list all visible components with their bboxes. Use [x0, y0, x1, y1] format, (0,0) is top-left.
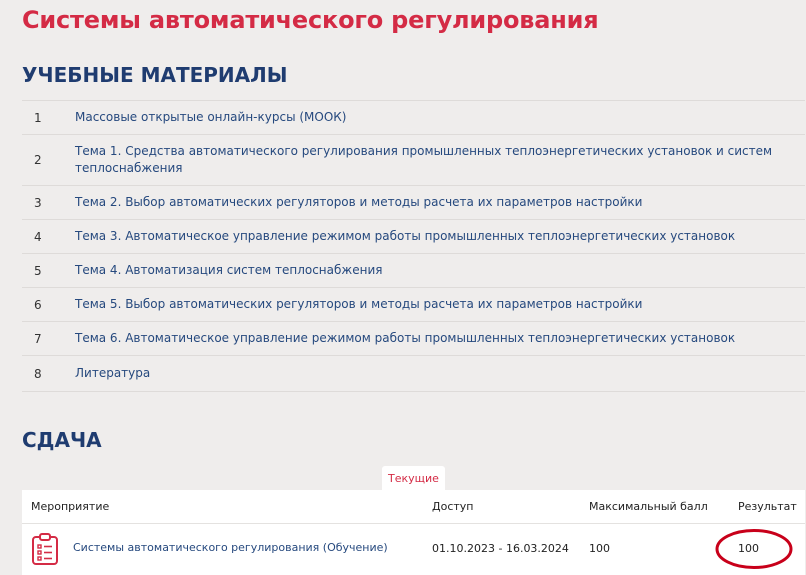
page: Системы автоматического регулирования УЧ… — [0, 0, 806, 575]
list-item[interactable]: 7 Тема 6. Автоматическое управление режи… — [22, 322, 805, 356]
course-title: Системы автоматического регулирования — [22, 6, 599, 34]
material-link[interactable]: Тема 1. Средства автоматического регулир… — [75, 143, 805, 177]
list-item[interactable]: 3 Тема 2. Выбор автоматических регулятор… — [22, 186, 805, 220]
column-header-access[interactable]: Доступ — [432, 500, 473, 513]
material-link[interactable]: Массовые открытые онлайн-курсы (МООК) — [75, 109, 805, 126]
red-circle-annotation — [715, 529, 793, 569]
material-link[interactable]: Тема 6. Автоматическое управление режимо… — [75, 330, 805, 347]
item-number: 5 — [34, 263, 42, 278]
material-link[interactable]: Тема 4. Автоматизация систем теплоснабже… — [75, 262, 805, 279]
item-number: 8 — [34, 366, 42, 381]
list-item[interactable]: 4 Тема 3. Автоматическое управление режи… — [22, 220, 805, 254]
tab-current[interactable]: Текущие — [382, 466, 445, 492]
item-number: 4 — [34, 229, 42, 244]
list-item[interactable]: 2 Тема 1. Средства автоматического регул… — [22, 135, 805, 186]
clipboard-checklist-icon — [32, 533, 58, 565]
max-score-value: 100 — [589, 542, 610, 555]
item-number: 6 — [34, 297, 42, 312]
material-link[interactable]: Тема 2. Выбор автоматических регуляторов… — [75, 194, 805, 211]
item-number: 3 — [34, 195, 42, 210]
list-item[interactable]: 5 Тема 4. Автоматизация систем теплоснаб… — [22, 254, 805, 288]
item-number: 2 — [34, 153, 42, 167]
column-header-max-score[interactable]: Максимальный балл — [589, 500, 708, 513]
table-header: Мероприятие Доступ Максимальный балл Рез… — [22, 490, 805, 524]
table-row[interactable]: Системы автоматического регулирования (О… — [22, 524, 805, 575]
event-link[interactable]: Системы автоматического регулирования (О… — [73, 541, 388, 554]
list-item[interactable]: 6 Тема 5. Выбор автоматических регулятор… — [22, 288, 805, 322]
column-header-event[interactable]: Мероприятие — [31, 500, 109, 513]
materials-heading: УЧЕБНЫЕ МАТЕРИАЛЫ — [22, 63, 288, 87]
column-header-result[interactable]: Результат — [738, 500, 797, 513]
material-link[interactable]: Тема 5. Выбор автоматических регуляторов… — [75, 296, 805, 313]
list-item[interactable]: 8 Литература — [22, 356, 805, 392]
material-link[interactable]: Литература — [75, 365, 805, 382]
list-item[interactable]: 1 Массовые открытые онлайн-курсы (МООК) — [22, 101, 805, 135]
item-number: 7 — [34, 331, 42, 346]
submission-table: Мероприятие Доступ Максимальный балл Рез… — [22, 490, 805, 575]
item-number: 1 — [34, 110, 42, 125]
submission-heading: СДАЧА — [22, 428, 102, 452]
material-link[interactable]: Тема 3. Автоматическое управление режимо… — [75, 228, 805, 245]
access-period: 01.10.2023 - 16.03.2024 — [432, 542, 569, 555]
materials-list: 1 Массовые открытые онлайн-курсы (МООК) … — [22, 100, 805, 392]
